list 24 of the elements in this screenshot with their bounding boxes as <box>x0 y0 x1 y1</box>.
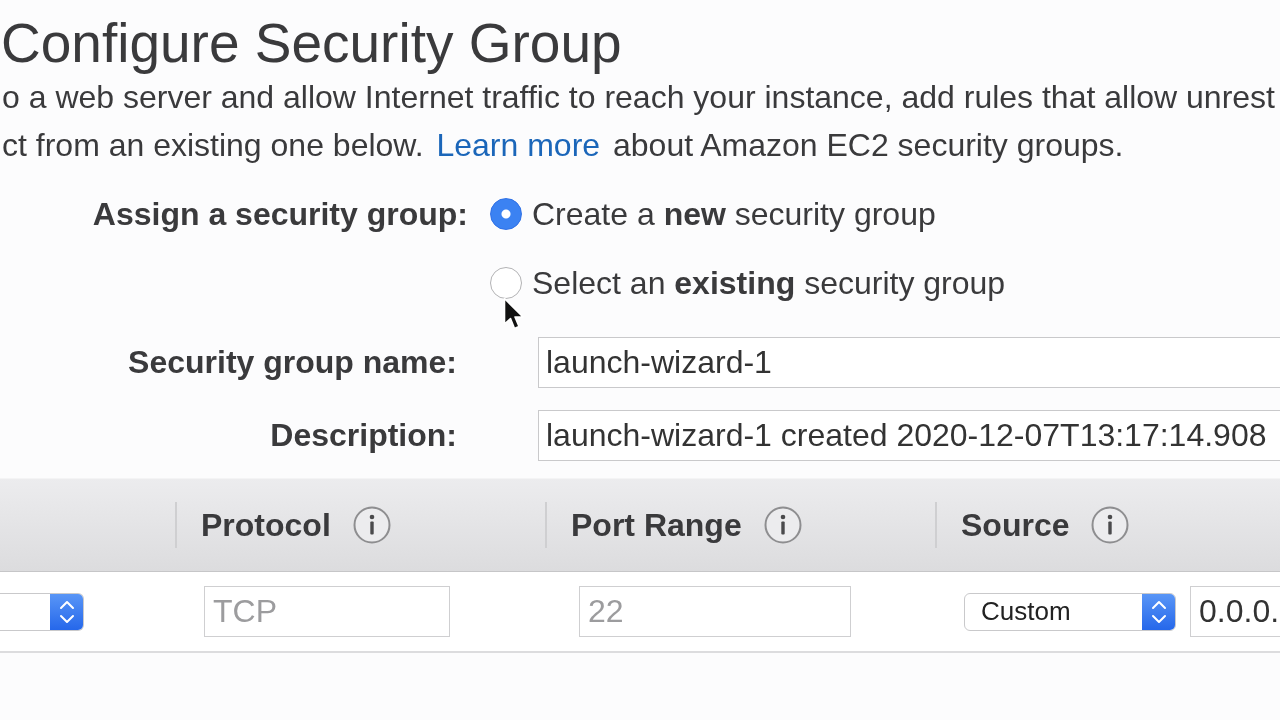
field-label: Security group name: <box>127 344 457 381</box>
text-field[interactable]: launch-wizard-1 <box>538 337 1280 388</box>
field-label: Description: <box>269 417 457 454</box>
dropdown[interactable]: Custom <box>964 592 1176 631</box>
page-title: Configure Security Group <box>0 13 622 73</box>
field-label: Assign a security group: <box>91 195 468 234</box>
column-header: Source <box>961 506 1070 544</box>
radio-button[interactable] <box>490 267 522 299</box>
dropdown[interactable] <box>0 592 84 631</box>
info-icon[interactable] <box>763 506 802 544</box>
help-link[interactable]: Learn more <box>436 127 601 163</box>
text-field[interactable]: 0.0.0. <box>1190 586 1280 637</box>
info-icon[interactable] <box>352 506 391 544</box>
radio-button[interactable] <box>490 198 522 230</box>
radio-label: Create a new security group <box>532 195 936 234</box>
radio-label: Select an existing security group <box>532 264 1006 303</box>
column-header: Port Range <box>571 506 742 544</box>
text-field[interactable]: launch-wizard-1 created 2020-12-07T13:17:14.908 <box>538 410 1280 461</box>
chevron-up-down-icon <box>50 593 83 630</box>
intro-text: ct from an existing one below. Learn more about Amazon EC2 security groups. <box>2 126 1124 165</box>
intro-text: o a web server and allow Internet traffic to reach your instance, add rules that allow unrest <box>2 78 1275 117</box>
chevron-up-down-icon <box>1142 593 1175 630</box>
column-header: Protocol <box>201 506 331 544</box>
info-icon[interactable] <box>1091 506 1130 544</box>
